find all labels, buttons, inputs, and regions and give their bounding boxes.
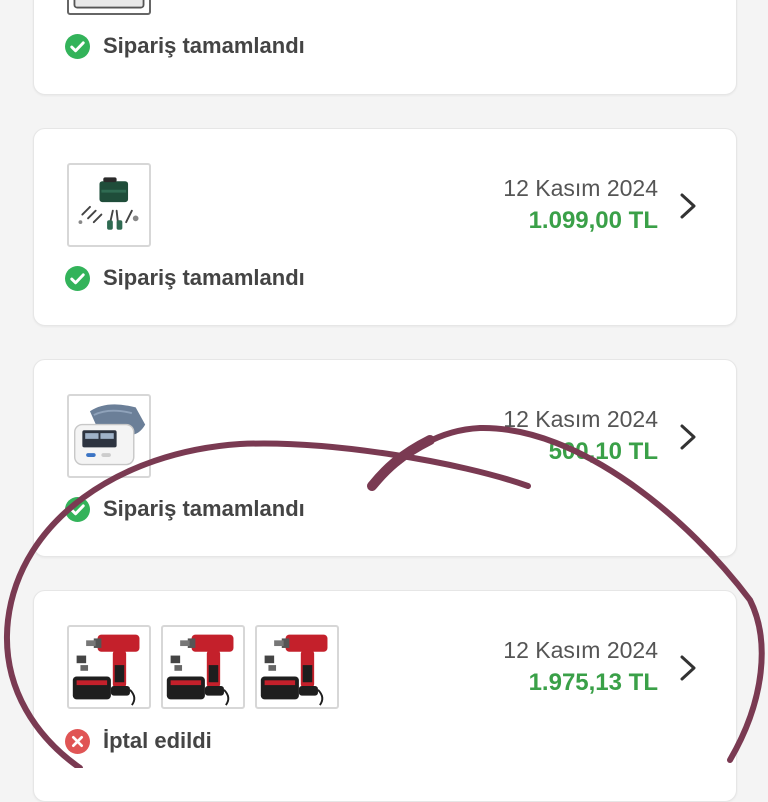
order-status-label: Sipariş tamamlandı [103,265,305,290]
check-circle-icon [65,265,90,291]
order-date: 12 Kasım 2024 [503,406,658,432]
order-date: 12 Kasım 2024 [503,175,658,201]
order-status-label: Sipariş tamamlandı [103,496,305,521]
check-circle-icon [65,496,90,522]
product-thumbnail [67,625,151,709]
order-status: İptal edildi [65,726,212,756]
tablet-product-image [73,0,145,9]
cancel-circle-icon [65,728,90,754]
price-fragment [566,0,586,1]
product-thumbnail [67,0,151,15]
order-status-label: Sipariş tamamlandı [103,33,305,58]
impact-drill-image [166,634,234,706]
order-status: Sipariş tamamlandı [65,31,305,61]
order-card[interactable]: 12 Kasım 2024 500,10 TL Sipariş tamamlan… [33,359,737,557]
order-card[interactable]: 12 Kasım 2024 1.099,00 TL Sipariş tamaml… [33,128,737,326]
product-thumbnail [161,625,245,709]
order-card[interactable]: 12 Kasım 2024 1.975,13 TL İptal edildi [33,590,737,802]
chevron-right-icon[interactable] [676,653,700,683]
product-thumbnail [255,625,339,709]
chevron-right-icon[interactable] [676,422,700,452]
tool-kit-image [78,177,139,230]
product-thumbnail [67,163,151,247]
order-card[interactable]: Sipariş tamamlandı [33,0,737,95]
order-price: 1.099,00 TL [528,207,658,234]
chevron-right-icon[interactable] [676,191,700,221]
order-date: 12 Kasım 2024 [503,637,658,663]
impact-drill-image [72,634,140,706]
order-status: Sipariş tamamlandı [65,494,305,524]
order-price: 500,10 TL [548,438,658,465]
order-status: Sipariş tamamlandı [65,263,305,293]
order-status-label: İptal edildi [103,728,212,753]
blood-pressure-monitor-image [74,404,146,466]
check-circle-icon [65,33,90,59]
product-thumbnail [67,394,151,478]
impact-drill-image [260,634,328,706]
order-price: 1.975,13 TL [528,669,658,696]
